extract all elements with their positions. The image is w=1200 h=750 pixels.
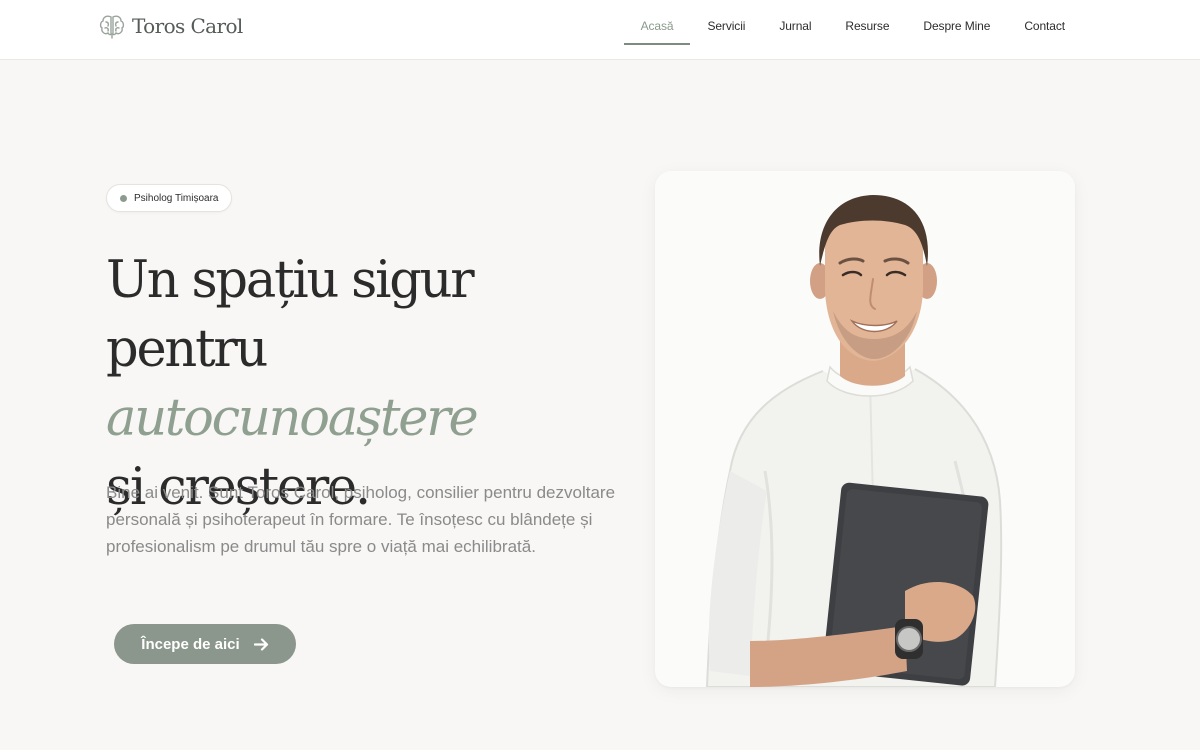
headline-line-2-prefix: pentru [106, 320, 268, 379]
badge-label: Psiholog Timișoara [134, 192, 219, 204]
start-here-button[interactable]: Începe de aici [114, 624, 296, 664]
nav-item-jurnal[interactable]: Jurnal [762, 0, 828, 60]
nav-item-despre-mine[interactable]: Despre Mine [906, 0, 1007, 60]
portrait-photo [705, 195, 1003, 687]
start-here-label: Începe de aici [141, 635, 240, 653]
logo-link[interactable]: Toros Carol [98, 13, 243, 39]
hero-intro-text: Bine ai venit. Sunt Toros Carol, psiholo… [106, 483, 616, 556]
arrow-right-icon [253, 637, 268, 651]
nav-item-contact[interactable]: Contact [1007, 0, 1082, 60]
status-dot-icon [120, 194, 127, 202]
nav-item-acasa[interactable]: Acasă [623, 0, 691, 60]
nav-item-resurse[interactable]: Resurse [828, 0, 906, 60]
brand-name: Toros Carol [132, 14, 243, 38]
brain-icon [99, 15, 125, 39]
main-nav: Acasă Servicii Jurnal Resurse Despre Min… [623, 0, 1082, 60]
portrait-card [655, 171, 1075, 687]
headline-accent-word: autocunoaștere [106, 389, 479, 448]
nav-item-servicii[interactable]: Servicii [690, 0, 762, 60]
headline-line-1: Un spațiu sigur [106, 251, 475, 310]
location-badge: Psiholog Timișoara [106, 184, 233, 212]
site-header: Toros Carol Acasă Servicii Jurnal Resurs… [0, 0, 1200, 60]
